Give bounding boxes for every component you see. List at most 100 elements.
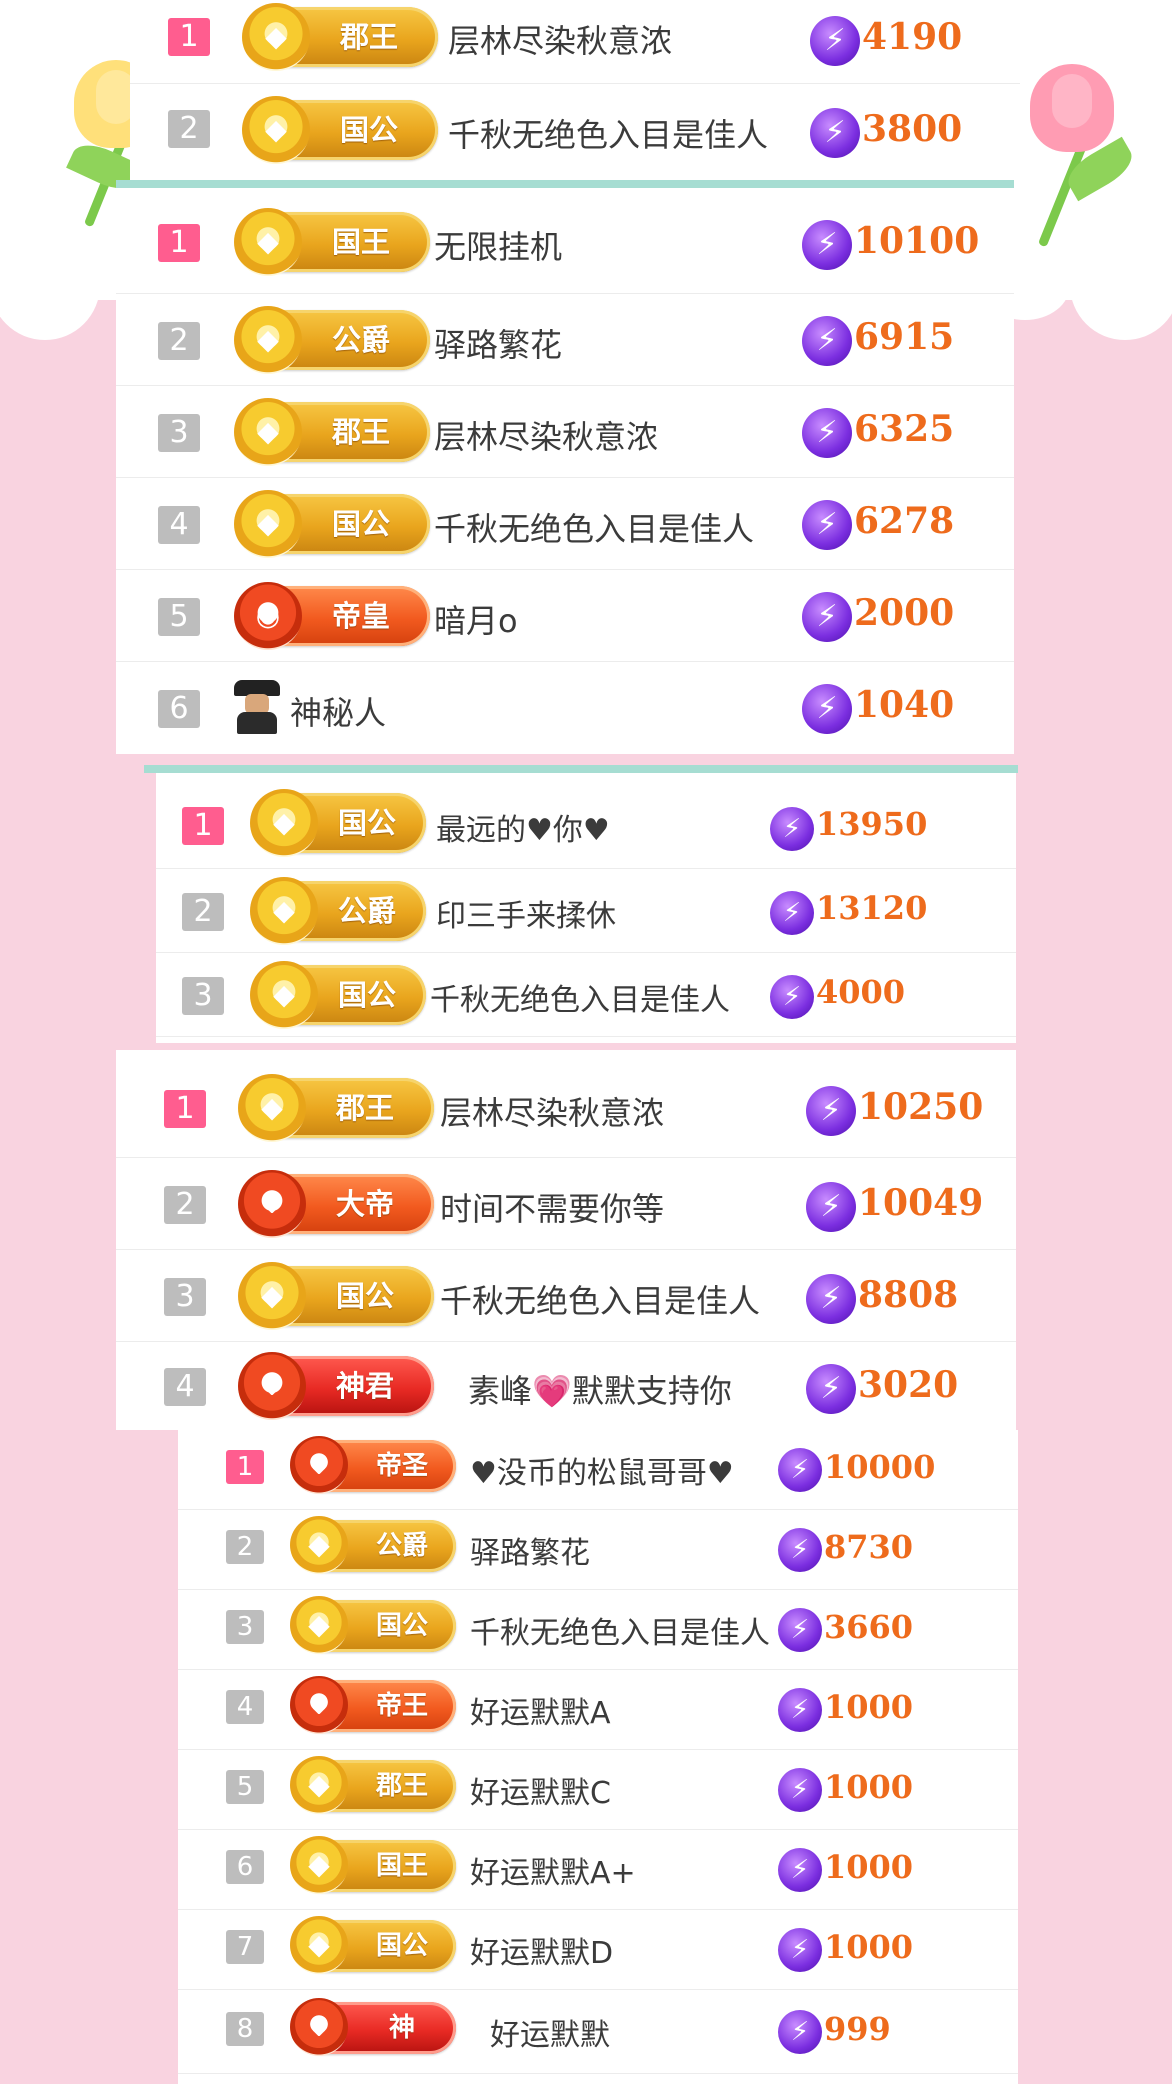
leaderboard-row[interactable]: 1 ◆ 国公 最远的♥你♥ ⚡ 13950 bbox=[156, 773, 1016, 869]
title-badge: ◆ 公爵 bbox=[250, 877, 426, 945]
lightning-icon: ⚡ bbox=[770, 891, 814, 935]
coin-icon: ◆ bbox=[290, 1596, 348, 1654]
score-value: 1000 bbox=[824, 1768, 914, 1806]
leaderboard-row[interactable]: 2 ◆ 国公 千秋无绝色入目是佳人 ⚡ 3800 bbox=[130, 84, 1020, 174]
title-badge: ◉ 帝皇 bbox=[234, 582, 430, 650]
user-name: 千秋无绝色入目是佳人 bbox=[440, 1282, 761, 1320]
coin-icon: ◆ bbox=[242, 3, 310, 71]
lightning-icon: ⚡ bbox=[810, 16, 860, 66]
leaderboard-row[interactable]: 3 ◆ 国公 千秋无绝色入目是佳人 ⚡ 4000 bbox=[156, 953, 1016, 1037]
user-name: 素峰💗默默支持你 bbox=[468, 1372, 732, 1410]
coin-icon: ◆ bbox=[290, 1916, 348, 1974]
rank-badge: 6 bbox=[226, 1850, 264, 1884]
user-name: 层林尽染秋意浓 bbox=[440, 1094, 665, 1132]
leaderboard-row[interactable]: 4 ◆ 国公 千秋无绝色入目是佳人 ⚡ 6278 bbox=[116, 478, 1014, 570]
lightning-icon: ⚡ bbox=[802, 220, 852, 270]
badge-title: 国公 bbox=[375, 1611, 428, 1641]
badge-title: 国公 bbox=[337, 978, 396, 1012]
lightning-icon: ⚡ bbox=[806, 1182, 856, 1232]
leaderboard-row[interactable]: 1 ⌄ 帝圣 ♥没币的松鼠哥哥♥ ⚡ 10000 bbox=[178, 1430, 1018, 1510]
badge-title: 郡王 bbox=[339, 20, 398, 54]
title-badge: ⌄ 帝王 bbox=[290, 1676, 456, 1734]
mystery-person-icon bbox=[234, 680, 280, 734]
lightning-icon: ⚡ bbox=[770, 975, 814, 1019]
leaderboard-row[interactable]: 4 ⌄ 神君 素峰💗默默支持你 ⚡ 3020 bbox=[116, 1342, 1016, 1430]
lightning-icon: ⚡ bbox=[778, 1928, 822, 1972]
leaderboard-row[interactable]: 4 ⌄ 帝王 好运默默A ⚡ 1000 bbox=[178, 1670, 1018, 1750]
leaderboard-row[interactable]: 6 神秘人 ⚡ 1040 bbox=[116, 662, 1014, 754]
score-value: 13120 bbox=[816, 889, 928, 927]
title-badge: ⌄ 神 bbox=[290, 1998, 456, 2056]
title-badge: ◆ 国王 bbox=[290, 1836, 456, 1894]
leaderboard-row[interactable]: 1 ◆ 国王 无限挂机 ⚡ 10100 bbox=[116, 188, 1014, 294]
user-name: ♥没币的松鼠哥哥♥ bbox=[470, 1456, 734, 1491]
coin-icon: ◆ bbox=[234, 398, 302, 466]
leaderboard-row[interactable]: 2 ◆ 公爵 驿路繁花 ⚡ 8730 bbox=[178, 1510, 1018, 1590]
score-value: 3800 bbox=[862, 108, 963, 150]
rank-badge: 4 bbox=[226, 1690, 264, 1724]
title-badge: ◆ 郡王 bbox=[234, 398, 430, 466]
rank-badge: 3 bbox=[226, 1610, 264, 1644]
user-name: 千秋无绝色入目是佳人 bbox=[448, 116, 769, 154]
title-badge: ◆ 国公 bbox=[238, 1262, 434, 1330]
coin-icon: ◆ bbox=[242, 96, 310, 164]
leaderboard-panel-3: 1 ◆ 国公 最远的♥你♥ ⚡ 13950 2 ◆ 公爵 印三手来揉休 ⚡ 1312… bbox=[156, 773, 1016, 1043]
coin-icon: ◆ bbox=[250, 961, 318, 1029]
leaderboard-row[interactable]: 8 ⌄ 神 好运默默 ⚡ 999 bbox=[178, 1990, 1018, 2074]
leaderboard-row[interactable]: 2 ⌄ 大帝 时间不需要你等 ⚡ 10049 bbox=[116, 1158, 1016, 1250]
leaderboard-panel-5: 1 ⌄ 帝圣 ♥没币的松鼠哥哥♥ ⚡ 10000 2 ◆ 公爵 驿路繁花 ⚡ 873… bbox=[178, 1430, 1018, 2084]
leaderboard-row[interactable]: 2 ◆ 公爵 印三手来揉休 ⚡ 13120 bbox=[156, 869, 1016, 953]
badge-title: 国公 bbox=[335, 1279, 394, 1313]
user-name: 时间不需要你等 bbox=[440, 1190, 665, 1228]
leaderboard-row[interactable]: 5 ◆ 郡王 好运默默C ⚡ 1000 bbox=[178, 1750, 1018, 1830]
badge-title: 帝王 bbox=[375, 1691, 428, 1721]
chevron-down-icon: ⌄ bbox=[238, 1352, 306, 1420]
rank-badge: 3 bbox=[164, 1278, 206, 1316]
badge-title: 帝圣 bbox=[375, 1451, 428, 1481]
score-value: 6278 bbox=[854, 500, 955, 542]
user-name: 驿路繁花 bbox=[470, 1536, 590, 1571]
title-badge: ◆ 公爵 bbox=[290, 1516, 456, 1574]
coin-icon: ◆ bbox=[234, 306, 302, 374]
leaderboard-row[interactable]: 6 ◆ 国王 好运默默A+ ⚡ 1000 bbox=[178, 1830, 1018, 1910]
coin-icon: ◆ bbox=[290, 1756, 348, 1814]
title-badge: ⌄ 神君 bbox=[238, 1352, 434, 1420]
leaderboard-row[interactable]: 7 ◆ 国公 好运默默D ⚡ 1000 bbox=[178, 1910, 1018, 1990]
user-name: 神秘人 bbox=[290, 694, 387, 732]
user-name: 暗月o bbox=[434, 602, 518, 640]
lightning-icon: ⚡ bbox=[802, 500, 852, 550]
title-badge: ⌄ 帝圣 bbox=[290, 1436, 456, 1494]
title-badge: ◆ 国公 bbox=[234, 490, 430, 558]
score-value: 8808 bbox=[858, 1274, 959, 1316]
section-divider bbox=[116, 180, 1014, 188]
title-badge: ◆ 国王 bbox=[234, 208, 430, 276]
rank-badge: 4 bbox=[164, 1368, 206, 1406]
leaderboard-row[interactable]: 5 ◉ 帝皇 暗月o ⚡ 2000 bbox=[116, 570, 1014, 662]
rank-badge: 2 bbox=[168, 110, 210, 148]
leaderboard-row[interactable]: 3 ◆ 国公 千秋无绝色入目是佳人 ⚡ 8808 bbox=[116, 1250, 1016, 1342]
chevron-down-icon: ⌄ bbox=[290, 1676, 348, 1734]
lightning-icon: ⚡ bbox=[802, 684, 852, 734]
rank-badge: 5 bbox=[226, 1770, 264, 1804]
leaderboard-row[interactable]: 2 ◆ 公爵 驿路繁花 ⚡ 6915 bbox=[116, 294, 1014, 386]
leaderboard-row[interactable]: 1 ◆ 郡王 层林尽染秋意浓 ⚡ 4190 bbox=[130, 0, 1020, 84]
rank-badge: 4 bbox=[158, 506, 200, 544]
rank-badge: 3 bbox=[158, 414, 200, 452]
user-name: 千秋无绝色入目是佳人 bbox=[434, 510, 755, 548]
badge-title: 帝皇 bbox=[331, 599, 390, 633]
leaderboard-row[interactable]: 3 ◆ 郡王 层林尽染秋意浓 ⚡ 6325 bbox=[116, 386, 1014, 478]
leaderboard-row[interactable]: 1 ◆ 郡王 层林尽染秋意浓 ⚡ 10250 bbox=[116, 1050, 1016, 1158]
coin-icon: ◆ bbox=[250, 789, 318, 857]
lightning-icon: ⚡ bbox=[802, 316, 852, 366]
leaderboard-panel-4: 1 ◆ 郡王 层林尽染秋意浓 ⚡ 10250 2 ⌄ 大帝 时间不需要你等 ⚡ 10… bbox=[116, 1050, 1016, 1430]
coin-icon: ◆ bbox=[290, 1516, 348, 1574]
badge-title: 神 bbox=[388, 2013, 415, 2043]
leaderboard-panel-2: 1 ◆ 国王 无限挂机 ⚡ 10100 2 ◆ 公爵 驿路繁花 ⚡ 6915 3 ◆… bbox=[116, 188, 1014, 754]
title-badge: ◆ 郡王 bbox=[290, 1756, 456, 1814]
chevron-down-icon: ⌄ bbox=[238, 1170, 306, 1238]
cloud-decoration bbox=[0, 230, 100, 340]
lightning-icon: ⚡ bbox=[806, 1274, 856, 1324]
score-value: 2000 bbox=[854, 592, 955, 634]
rank-badge: 6 bbox=[158, 690, 200, 728]
leaderboard-row[interactable]: 3 ◆ 国公 千秋无绝色入目是佳人 ⚡ 3660 bbox=[178, 1590, 1018, 1670]
